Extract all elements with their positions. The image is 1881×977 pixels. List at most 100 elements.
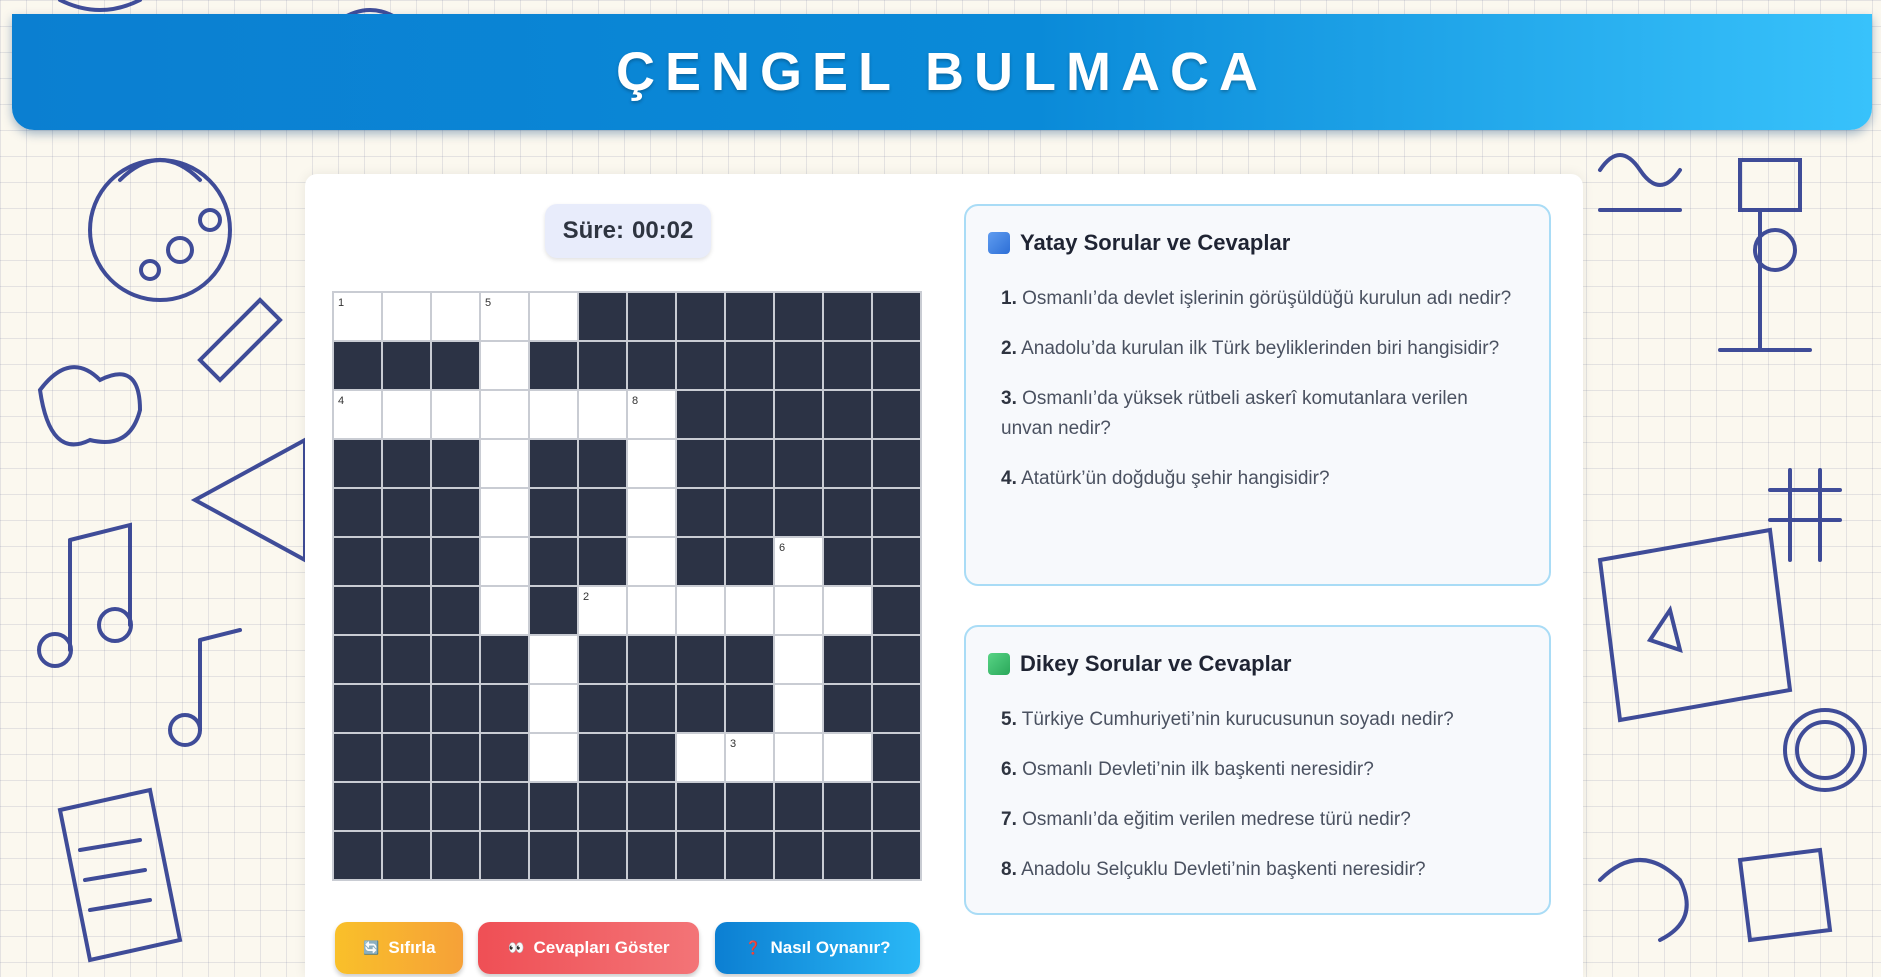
across-clue-3: 3. Osmanlı’da yüksek rütbeli askerî komu… bbox=[1001, 388, 1468, 439]
grid-cell[interactable] bbox=[676, 586, 725, 635]
grid-cell[interactable] bbox=[480, 390, 529, 439]
grid-block-cell bbox=[872, 439, 921, 488]
grid-cell[interactable] bbox=[627, 586, 676, 635]
timer: Süre: 00:02 bbox=[545, 204, 711, 258]
grid-block-cell bbox=[627, 341, 676, 390]
grid-block-cell bbox=[676, 684, 725, 733]
grid-block-cell bbox=[333, 635, 382, 684]
grid-cell[interactable] bbox=[774, 586, 823, 635]
across-clues-panel: Yatay Sorular ve Cevaplar 1. Osmanlı’da … bbox=[964, 204, 1551, 586]
grid-block-cell bbox=[872, 684, 921, 733]
grid-cell[interactable] bbox=[529, 292, 578, 341]
grid-cell[interactable] bbox=[480, 488, 529, 537]
refresh-icon: 🔄 bbox=[363, 940, 380, 955]
grid-cell[interactable] bbox=[578, 390, 627, 439]
grid-block-cell bbox=[725, 635, 774, 684]
grid-cell[interactable] bbox=[529, 635, 578, 684]
across-clue-2: 2. Anadolu’da kurulan ilk Türk beylikler… bbox=[1001, 338, 1500, 359]
grid-block-cell bbox=[725, 684, 774, 733]
down-panel-title: Dikey Sorular ve Cevaplar bbox=[988, 651, 1291, 677]
grid-block-cell bbox=[333, 586, 382, 635]
app-header: ÇENGEL BULMACA bbox=[12, 14, 1872, 130]
grid-cell[interactable] bbox=[823, 586, 872, 635]
grid-cell[interactable]: 4 bbox=[333, 390, 382, 439]
blue-square-icon bbox=[988, 232, 1010, 254]
grid-block-cell bbox=[431, 439, 480, 488]
grid-block-cell bbox=[529, 831, 578, 880]
grid-block-cell bbox=[382, 586, 431, 635]
grid-block-cell bbox=[725, 782, 774, 831]
grid-cell[interactable] bbox=[529, 684, 578, 733]
grid-cell[interactable] bbox=[382, 390, 431, 439]
grid-block-cell bbox=[578, 537, 627, 586]
grid-block-cell bbox=[725, 292, 774, 341]
grid-block-cell bbox=[333, 684, 382, 733]
grid-cell[interactable] bbox=[480, 439, 529, 488]
green-square-icon bbox=[988, 653, 1010, 675]
grid-block-cell bbox=[872, 292, 921, 341]
grid-block-cell bbox=[480, 831, 529, 880]
grid-cell[interactable]: 3 bbox=[725, 733, 774, 782]
grid-block-cell bbox=[823, 292, 872, 341]
cell-number: 8 bbox=[632, 395, 639, 407]
grid-block-cell bbox=[333, 439, 382, 488]
crossword-grid: 1 5 4 8 6 2 3 bbox=[332, 291, 922, 881]
grid-block-cell bbox=[480, 782, 529, 831]
grid-cell[interactable] bbox=[627, 439, 676, 488]
grid-block-cell bbox=[578, 831, 627, 880]
grid-cell[interactable] bbox=[480, 537, 529, 586]
grid-block-cell bbox=[578, 782, 627, 831]
cell-number: 3 bbox=[730, 738, 737, 750]
grid-block-cell bbox=[872, 635, 921, 684]
down-clue-7: 7. Osmanlı’da eğitim verilen medrese tür… bbox=[1001, 809, 1411, 830]
grid-block-cell bbox=[431, 733, 480, 782]
reset-button[interactable]: 🔄 Sıfırla bbox=[335, 922, 463, 974]
show-answers-button[interactable]: 👀 Cevapları Göster bbox=[478, 922, 699, 974]
grid-block-cell bbox=[823, 684, 872, 733]
grid-cell[interactable] bbox=[774, 635, 823, 684]
grid-block-cell bbox=[333, 488, 382, 537]
grid-block-cell bbox=[872, 782, 921, 831]
grid-cell[interactable] bbox=[823, 733, 872, 782]
grid-block-cell bbox=[382, 635, 431, 684]
grid-block-cell bbox=[676, 635, 725, 684]
grid-cell[interactable] bbox=[676, 733, 725, 782]
grid-cell[interactable] bbox=[725, 586, 774, 635]
grid-block-cell bbox=[382, 684, 431, 733]
how-to-play-button[interactable]: ❓ Nasıl Oynanır? bbox=[715, 922, 920, 974]
grid-cell[interactable] bbox=[382, 292, 431, 341]
grid-cell[interactable] bbox=[480, 341, 529, 390]
grid-cell[interactable]: 5 bbox=[480, 292, 529, 341]
question-icon: ❓ bbox=[745, 940, 762, 955]
grid-cell[interactable]: 2 bbox=[578, 586, 627, 635]
main-card: Süre: 00:02 1 5 4 8 6 2 3 🔄 Sıfırla 👀 Cevaplar… bbox=[305, 174, 1583, 977]
grid-block-cell bbox=[627, 292, 676, 341]
grid-block-cell bbox=[382, 341, 431, 390]
grid-cell[interactable] bbox=[431, 390, 480, 439]
grid-cell[interactable] bbox=[627, 488, 676, 537]
timer-value: 00:02 bbox=[631, 217, 694, 244]
grid-cell[interactable]: 6 bbox=[774, 537, 823, 586]
grid-block-cell bbox=[529, 341, 578, 390]
grid-cell[interactable]: 1 bbox=[333, 292, 382, 341]
grid-cell[interactable] bbox=[480, 586, 529, 635]
grid-block-cell bbox=[872, 733, 921, 782]
grid-block-cell bbox=[676, 292, 725, 341]
grid-block-cell bbox=[774, 782, 823, 831]
across-clue-1: 1. Osmanlı’da devlet işlerinin görüşüldü… bbox=[1001, 288, 1512, 309]
grid-block-cell bbox=[823, 831, 872, 880]
grid-block-cell bbox=[823, 635, 872, 684]
grid-cell[interactable]: 8 bbox=[627, 390, 676, 439]
grid-block-cell bbox=[823, 782, 872, 831]
grid-cell[interactable] bbox=[431, 292, 480, 341]
cell-number: 5 bbox=[485, 297, 492, 309]
grid-cell[interactable] bbox=[774, 684, 823, 733]
grid-block-cell bbox=[529, 586, 578, 635]
grid-cell[interactable] bbox=[529, 733, 578, 782]
grid-cell[interactable] bbox=[529, 390, 578, 439]
grid-cell[interactable] bbox=[627, 537, 676, 586]
grid-block-cell bbox=[872, 537, 921, 586]
grid-block-cell bbox=[774, 439, 823, 488]
grid-cell[interactable] bbox=[774, 733, 823, 782]
grid-block-cell bbox=[823, 537, 872, 586]
